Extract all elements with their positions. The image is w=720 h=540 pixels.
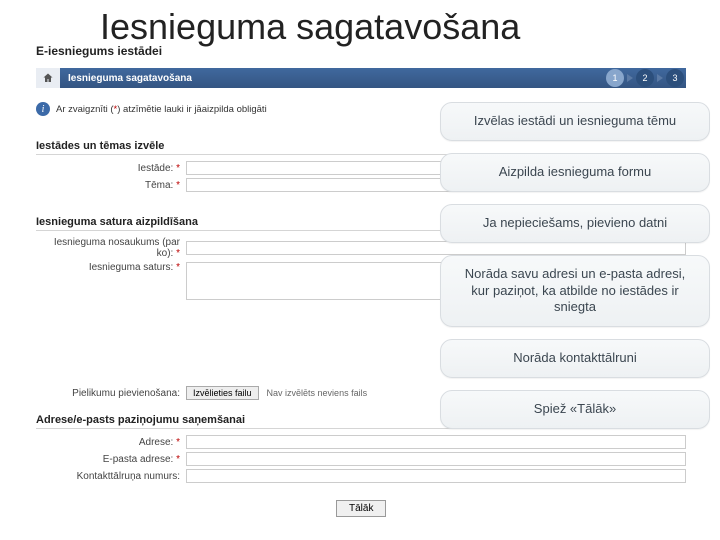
- label-saturs: Iesnieguma saturs:: [36, 262, 186, 273]
- callout-6: Spiež «Tālāk»: [440, 390, 710, 429]
- pane-heading: E-iesniegums iestādei: [36, 44, 162, 58]
- label-adrese: Adrese:: [36, 437, 186, 448]
- input-adrese[interactable]: [186, 435, 686, 449]
- step-1[interactable]: 1: [606, 69, 624, 87]
- notice-prefix: Ar zvaigznīti (: [56, 104, 114, 115]
- label-nosaukums: Iesnieguma nosaukums (par ko):: [36, 237, 186, 259]
- label-epasts: E-pasta adrese:: [36, 454, 186, 465]
- info-icon: i: [36, 102, 50, 116]
- wizard-topbar: Iesnieguma sagatavošana 1 2 3: [36, 68, 686, 88]
- callout-2: Aizpilda iesnieguma formu: [440, 153, 710, 192]
- notice-suffix: ) atzīmētie lauki ir jāaizpilda obligāti: [117, 104, 266, 115]
- step-3[interactable]: 3: [666, 69, 684, 87]
- callout-stack: Izvēlas iestādi un iesnieguma tēmu Aizpi…: [440, 102, 710, 429]
- callout-5: Norāda kontakttālruni: [440, 339, 710, 378]
- input-tel[interactable]: [186, 469, 686, 483]
- callout-1: Izvēlas iestādi un iesnieguma tēmu: [440, 102, 710, 141]
- home-icon[interactable]: [36, 68, 60, 88]
- label-pielikumi: Pielikumu pievienošana:: [36, 388, 186, 399]
- breadcrumb: Iesnieguma sagatavošana: [60, 68, 604, 88]
- step-2[interactable]: 2: [636, 69, 654, 87]
- label-tel: Kontakttālruņa numurs:: [36, 471, 186, 482]
- choose-file-button[interactable]: Izvēlieties failu: [186, 386, 259, 400]
- next-button[interactable]: Tālāk: [336, 500, 386, 517]
- callout-3: Ja nepieciešams, pievieno datni: [440, 204, 710, 243]
- callout-4: Norāda savu adresi un e-pasta adresi, ku…: [440, 255, 710, 328]
- slide: Iesnieguma sagatavošana E-iesniegums ies…: [0, 0, 720, 540]
- input-epasts[interactable]: [186, 452, 686, 466]
- label-iestade: Iestāde:: [36, 163, 186, 174]
- label-tema: Tēma:: [36, 180, 186, 191]
- wizard-steps: 1 2 3: [604, 68, 686, 88]
- slide-title: Iesnieguma sagatavošana: [100, 6, 520, 48]
- file-status: Nav izvēlēts neviens fails: [267, 388, 368, 398]
